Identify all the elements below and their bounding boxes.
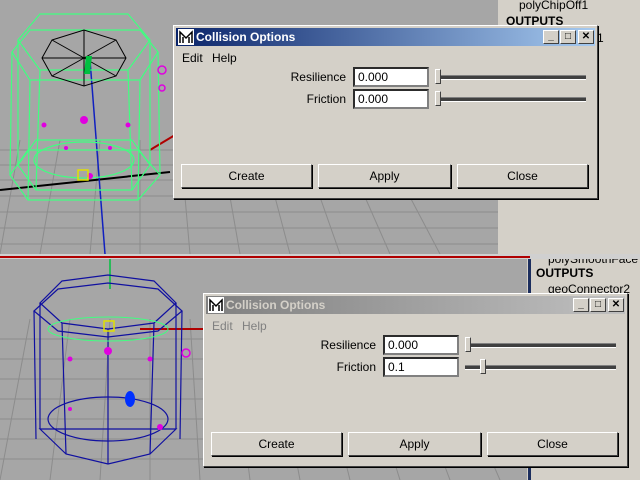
friction-label: Friction (336, 360, 376, 374)
resilience-label: Resilience (320, 338, 376, 352)
menu-edit[interactable]: Edit (212, 319, 233, 333)
create-button[interactable]: Create (181, 164, 312, 188)
slider-thumb[interactable] (435, 91, 441, 106)
collision-options-dialog-inactive: Collision Options _ □ ✕ Edit Help Resili… (203, 293, 628, 467)
maya-app-icon (208, 297, 224, 313)
resilience-label: Resilience (290, 70, 346, 84)
slider-thumb[interactable] (435, 69, 441, 84)
slider-thumb[interactable] (465, 337, 471, 352)
window-title: Collision Options (196, 30, 296, 44)
menu-help[interactable]: Help (212, 51, 237, 65)
menu-bar: Edit Help (176, 48, 595, 66)
menu-edit[interactable]: Edit (182, 51, 203, 65)
close-window-button[interactable]: ✕ (578, 30, 594, 44)
friction-slider[interactable] (435, 90, 586, 108)
friction-field[interactable]: 0.1 (383, 357, 459, 377)
window-title: Collision Options (226, 298, 326, 312)
menu-help[interactable]: Help (242, 319, 267, 333)
resilience-slider[interactable] (435, 68, 586, 86)
title-bar[interactable]: Collision Options _ □ ✕ (176, 28, 595, 46)
maya-app-icon (178, 29, 194, 45)
minimize-button[interactable]: _ (543, 30, 559, 44)
close-button[interactable]: Close (457, 164, 588, 188)
node-name[interactable]: polyChipOff1 (519, 0, 588, 12)
friction-slider[interactable] (465, 358, 616, 376)
close-window-button[interactable]: ✕ (608, 298, 624, 312)
outputs-header: OUTPUTS (536, 266, 594, 280)
menu-bar: Edit Help (206, 316, 625, 334)
friction-field[interactable]: 0.000 (353, 89, 429, 109)
resilience-slider[interactable] (465, 336, 616, 354)
collision-options-dialog-active: Collision Options _ □ ✕ Edit Help Resili… (173, 25, 598, 199)
minimize-button[interactable]: _ (573, 298, 589, 312)
slider-thumb[interactable] (480, 359, 486, 374)
output-node-partial[interactable]: 1 (597, 31, 604, 45)
title-bar[interactable]: Collision Options _ □ ✕ (206, 296, 625, 314)
maximize-button[interactable]: □ (590, 298, 606, 312)
node-name[interactable]: polySmoothFace (548, 259, 638, 266)
resilience-field[interactable]: 0.000 (383, 335, 459, 355)
apply-button[interactable]: Apply (318, 164, 451, 188)
maximize-button[interactable]: □ (560, 30, 576, 44)
apply-button[interactable]: Apply (348, 432, 481, 456)
resilience-field[interactable]: 0.000 (353, 67, 429, 87)
create-button[interactable]: Create (211, 432, 342, 456)
friction-label: Friction (306, 92, 346, 106)
close-button[interactable]: Close (487, 432, 618, 456)
